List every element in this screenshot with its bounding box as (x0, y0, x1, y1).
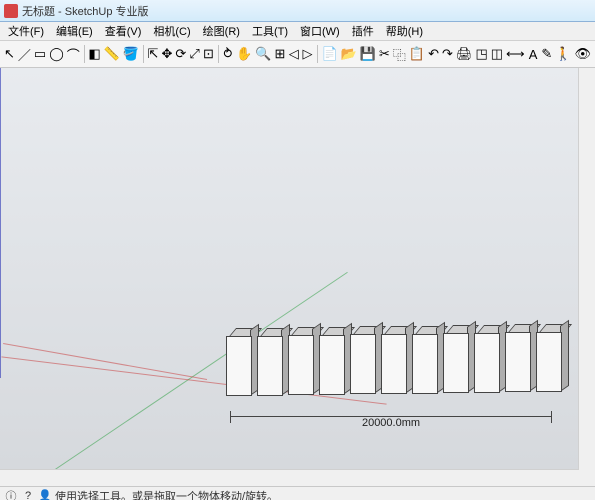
dimension-value: 20000.0mm (362, 417, 420, 429)
menu-tools[interactable]: 工具(T) (246, 21, 294, 41)
app-icon (4, 4, 18, 18)
title-bar: 无标题 - SketchUp 专业版 (0, 0, 595, 22)
toolbar-sep (317, 45, 318, 63)
vertical-scrollbar[interactable] (578, 68, 595, 486)
horizontal-scrollbar[interactable] (0, 469, 579, 486)
circle-tool-icon[interactable]: ◯ (48, 43, 65, 65)
tape-tool-icon[interactable]: 📏 (103, 43, 121, 65)
model-box[interactable] (257, 328, 287, 396)
geo-icon[interactable]: 👤 (38, 489, 52, 500)
info-icon[interactable]: ⓘ (4, 489, 18, 500)
menu-help[interactable]: 帮助(H) (380, 21, 429, 41)
copy-icon[interactable]: ⿻ (392, 43, 407, 65)
model-box[interactable] (350, 326, 380, 394)
menu-window[interactable]: 窗口(W) (294, 21, 346, 41)
prev-view-icon[interactable]: ◁ (287, 43, 300, 65)
model-box[interactable] (536, 324, 566, 392)
window-title: 无标题 - SketchUp 专业版 (22, 3, 149, 19)
menu-bar: 文件(F) 编辑(E) 查看(V) 相机(C) 绘图(R) 工具(T) 窗口(W… (0, 22, 595, 41)
print-icon[interactable]: 🖨 (455, 43, 474, 65)
next-view-icon[interactable]: ▷ (301, 43, 314, 65)
menu-plugins[interactable]: 插件 (346, 21, 380, 41)
rect-tool-icon[interactable]: ▭ (33, 43, 47, 65)
line-tool-icon[interactable]: ／ (17, 43, 32, 65)
blue-axis (0, 68, 1, 378)
new-icon[interactable]: 📄 (320, 43, 338, 65)
menu-view[interactable]: 查看(V) (99, 21, 148, 41)
model-box[interactable] (226, 328, 256, 396)
zoom-tool-icon[interactable]: 🔍 (254, 43, 272, 65)
orbit-tool-icon[interactable]: ⥁ (221, 43, 234, 65)
toolbar: ↖ ／ ▭ ◯ ⌒ ◧ 📏 🪣 ⇱ ✥ ⟳ ⤢ ⊡ ⥁ ✋ 🔍 ⊞ ◁ ▷ 📄 … (0, 41, 595, 68)
offset-tool-icon[interactable]: ⊡ (202, 43, 215, 65)
model-geometry[interactable] (226, 328, 567, 396)
cut-icon[interactable]: ✂ (378, 43, 391, 65)
select-tool-icon[interactable]: ↖ (3, 43, 16, 65)
model-box[interactable] (288, 327, 318, 395)
undo-icon[interactable]: ↶ (427, 43, 440, 65)
eraser-tool-icon[interactable]: ◧ (87, 43, 101, 65)
rotate-tool-icon[interactable]: ⟳ (174, 43, 187, 65)
menu-edit[interactable]: 编辑(E) (50, 21, 99, 41)
section-icon[interactable]: ◫ (490, 43, 504, 65)
dim-icon[interactable]: ⟷ (505, 43, 526, 65)
save-icon[interactable]: 💾 (359, 43, 377, 65)
move-tool-icon[interactable]: ✥ (160, 43, 173, 65)
toolbar-sep (84, 45, 85, 63)
pan-tool-icon[interactable]: ✋ (235, 43, 253, 65)
model-box[interactable] (381, 326, 411, 394)
toolbar-sep (218, 45, 219, 63)
menu-draw[interactable]: 绘图(R) (197, 21, 246, 41)
text-icon[interactable]: A (527, 43, 540, 65)
open-icon[interactable]: 📂 (340, 43, 358, 65)
model-box[interactable] (412, 326, 442, 394)
dimension-annotation: 20000.0mm (226, 416, 556, 429)
label-icon[interactable]: ✎ (540, 43, 553, 65)
model-icon[interactable]: ◳ (474, 43, 488, 65)
zoom-extents-icon[interactable]: ⊞ (274, 43, 287, 65)
menu-file[interactable]: 文件(F) (2, 21, 50, 41)
look-icon[interactable]: 👁 (574, 43, 593, 65)
push-tool-icon[interactable]: ⇱ (147, 43, 160, 65)
redo-icon[interactable]: ↷ (441, 43, 454, 65)
model-box[interactable] (319, 327, 349, 395)
model-viewport[interactable]: 20000.0mm (0, 68, 595, 486)
menu-camera[interactable]: 相机(C) (147, 21, 196, 41)
scale-tool-icon[interactable]: ⤢ (188, 43, 201, 65)
model-box[interactable] (505, 324, 535, 392)
toolbar-sep (143, 45, 144, 63)
paint-tool-icon[interactable]: 🪣 (122, 43, 140, 65)
model-box[interactable] (474, 325, 504, 393)
status-hint: 使用选择工具。或是拖取一个物体移动/旋转。 (55, 488, 278, 500)
paste-icon[interactable]: 📋 (408, 43, 426, 65)
arc-tool-icon[interactable]: ⌒ (66, 43, 81, 65)
model-box[interactable] (443, 325, 473, 393)
walk-icon[interactable]: 🚶 (554, 43, 572, 65)
help-icon[interactable]: ? (21, 489, 35, 500)
status-bar: ⓘ ? 👤 使用选择工具。或是拖取一个物体移动/旋转。 (0, 486, 595, 500)
red-axis-neg (3, 343, 207, 380)
